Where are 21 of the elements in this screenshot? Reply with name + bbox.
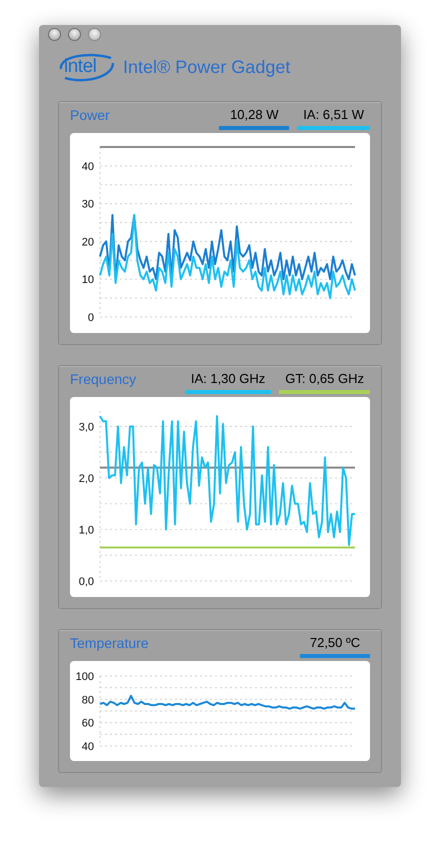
axis-label: 1,0 xyxy=(78,524,94,536)
panel-title: Power xyxy=(70,106,110,125)
axis-label: 60 xyxy=(82,718,94,730)
axis-label: 100 xyxy=(76,671,94,683)
axis-label: 80 xyxy=(82,694,94,706)
panel-title: Frequency xyxy=(70,370,136,389)
window-title: Intel® Power Gadget xyxy=(123,56,290,79)
axis-label: 0 xyxy=(88,312,94,324)
close-button[interactable] xyxy=(48,28,61,41)
axis-label: 40 xyxy=(82,741,94,753)
intel-logo: intel xyxy=(57,52,115,82)
axis-label: 20 xyxy=(82,236,94,248)
zoom-button[interactable] xyxy=(88,28,101,41)
panel-title: Temperature xyxy=(70,634,149,653)
minimize-button[interactable] xyxy=(68,28,81,41)
axis-label: 40 xyxy=(82,160,94,173)
axis-label: 0,0 xyxy=(78,576,94,588)
axis-label: 30 xyxy=(82,198,94,211)
axis-label: 2,0 xyxy=(78,472,94,485)
axis-label: 3,0 xyxy=(78,421,94,434)
axis-label: 10 xyxy=(82,274,94,286)
